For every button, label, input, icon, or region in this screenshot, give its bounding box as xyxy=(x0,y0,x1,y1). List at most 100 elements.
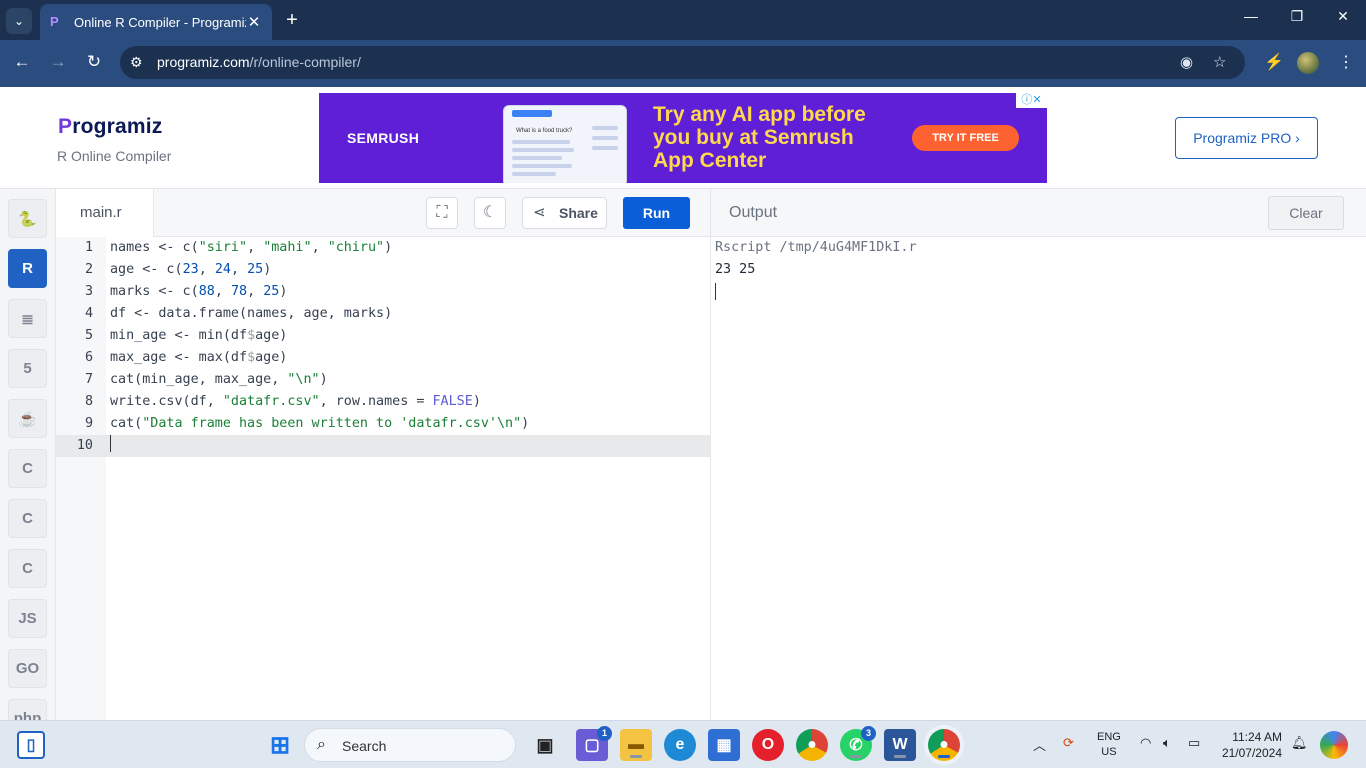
go-language-icon[interactable]: GO xyxy=(8,649,47,688)
output-header: Output Clear xyxy=(711,189,1366,237)
language-indicator[interactable]: ENG US xyxy=(1097,730,1121,760)
tab-title: Online R Compiler - Programiz xyxy=(74,14,246,30)
back-button[interactable]: ← xyxy=(10,52,34,72)
code-text: names <- c("siri", "mahi", "chiru") xyxy=(110,240,393,255)
code-line[interactable]: 3 marks <- c(88, 78, 25) xyxy=(56,281,710,303)
code-line[interactable]: 9 cat("Data frame has been written to 'da… xyxy=(56,413,710,435)
copilot-icon[interactable] xyxy=(1320,731,1348,759)
output-title: Output xyxy=(729,204,778,221)
output-result-line: 23 25 xyxy=(715,262,756,277)
javascript-language-icon[interactable]: JS xyxy=(8,599,47,638)
reload-button[interactable]: ↻ xyxy=(82,52,106,72)
code-text: age <- c(23, 24, 25) xyxy=(110,262,272,277)
clear-output-button[interactable]: Clear xyxy=(1268,196,1344,230)
site-info-icon[interactable]: ⚙ xyxy=(130,54,143,71)
ad-screenshot-text: What is a food truck? xyxy=(516,128,573,134)
csharp-language-icon[interactable]: C xyxy=(8,549,47,588)
tab-search-menu-button[interactable]: ⌄ xyxy=(6,8,32,34)
battery-icon[interactable]: ▭ xyxy=(1188,735,1200,751)
share-icon: ⋖ xyxy=(533,204,546,221)
c-language-icon[interactable]: C xyxy=(8,449,47,488)
code-text: df <- data.frame(names, age, marks) xyxy=(110,306,393,321)
ad-choices-close-icon[interactable]: ⓘ✕ xyxy=(1016,93,1047,108)
edge-browser-icon[interactable]: e xyxy=(664,729,696,761)
restore-window-button[interactable]: ❐ xyxy=(1285,8,1309,25)
code-line[interactable]: 2 age <- c(23, 24, 25) xyxy=(56,259,710,281)
chrome-profile-icon[interactable]: ● xyxy=(928,729,960,761)
url-text[interactable]: programiz.com/r/online-compiler/ xyxy=(157,54,361,70)
ad-cta-button[interactable]: TRY IT FREE xyxy=(912,125,1019,151)
r-language-icon[interactable]: R xyxy=(8,249,47,288)
dark-mode-moon-icon[interactable]: ☾ xyxy=(474,197,506,229)
php-language-icon[interactable]: php xyxy=(8,699,47,720)
code-line[interactable]: 8 write.csv(df, "datafr.csv", row.names =… xyxy=(56,391,710,413)
code-line[interactable]: 7 cat(min_age, max_age, "\n") xyxy=(56,369,710,391)
minimize-window-button[interactable]: — xyxy=(1239,8,1263,24)
windows-start-icon[interactable]: ⊞ xyxy=(264,729,296,761)
code-line[interactable]: 5 min_age <- min(df$age) xyxy=(56,325,710,347)
search-icon: ⌕ xyxy=(317,736,326,753)
code-line[interactable]: 1 names <- c("siri", "mahi", "chiru") xyxy=(56,237,710,259)
code-line[interactable]: 6 max_age <- max(df$age) xyxy=(56,347,710,369)
browser-tab-bar: ⌄ P Online R Compiler - Programiz ✕ + — … xyxy=(0,0,1366,40)
notification-bell-icon[interactable]: 🔔︎ xyxy=(1291,735,1308,751)
line-number: 9 xyxy=(84,416,93,431)
code-line[interactable]: 4 df <- data.frame(names, age, marks) xyxy=(56,303,710,325)
browser-tab-active[interactable]: P Online R Compiler - Programiz ✕ xyxy=(40,4,272,40)
close-tab-icon[interactable]: ✕ xyxy=(246,13,262,31)
java-language-icon[interactable]: ☕ xyxy=(8,399,47,438)
run-button[interactable]: Run xyxy=(623,197,690,229)
ad-headline: Try any AI app before you buy at Semrush… xyxy=(653,103,866,172)
opera-browser-icon[interactable]: O xyxy=(752,729,784,761)
close-window-button[interactable]: ✕ xyxy=(1331,8,1355,25)
file-explorer-icon[interactable]: ▬ xyxy=(620,729,652,761)
code-line[interactable]: 10 xyxy=(56,435,710,457)
programiz-pro-button[interactable]: Programiz PRO › xyxy=(1175,117,1318,159)
python-language-icon[interactable]: 🐍 xyxy=(8,199,47,238)
whatsapp-icon[interactable]: ✆ 3 xyxy=(840,726,876,761)
chrome-icon[interactable]: ● xyxy=(796,729,828,761)
page-subtitle: R Online Compiler xyxy=(57,148,172,164)
fullscreen-icon[interactable]: ⛶ xyxy=(426,197,458,229)
profile-avatar[interactable] xyxy=(1297,52,1319,74)
chat-badge: 1 xyxy=(597,726,612,741)
code-text: cat(min_age, max_age, "\n") xyxy=(110,372,328,387)
programiz-logo[interactable]: Programiz xyxy=(58,115,163,139)
task-view-icon[interactable]: ▣ xyxy=(529,729,561,761)
code-text: max_age <- max(df$age) xyxy=(110,350,288,365)
line-number: 6 xyxy=(84,350,93,365)
share-button[interactable]: ⋖ Share xyxy=(522,197,607,229)
whatsapp-badge: 3 xyxy=(861,726,876,741)
ad-product-screenshot: What is a food truck? xyxy=(503,105,627,183)
browser-menu-icon[interactable]: ⋮ xyxy=(1338,52,1354,72)
forward-button[interactable]: → xyxy=(46,52,70,72)
windows-taskbar: ▯ ⊞ ⌕ Search ▣ ▢ 1 ▬ e ▦ O ● ✆ 3 W ● ︿ ⟳ E… xyxy=(0,720,1366,768)
tracking-protection-icon[interactable]: ◉ xyxy=(1180,53,1193,71)
show-hidden-icons-chevron-icon[interactable]: ︿ xyxy=(1033,735,1046,754)
wifi-icon[interactable]: ◠ xyxy=(1140,735,1151,751)
output-cursor xyxy=(715,283,716,305)
system-clock[interactable]: 11:24 AM 21/07/2024 xyxy=(1218,729,1282,761)
advertisement-banner[interactable]: SEMRUSH What is a food truck? Try any AI… xyxy=(319,93,1047,183)
bookmark-star-icon[interactable]: ☆ xyxy=(1213,53,1226,71)
widgets-icon[interactable]: ▯ xyxy=(17,731,45,759)
html-language-icon[interactable]: 5 xyxy=(8,349,47,388)
ad-brand-logo: SEMRUSH xyxy=(347,130,420,146)
sync-status-icon[interactable]: ⟳ xyxy=(1063,735,1074,751)
teams-chat-icon[interactable]: ▢ 1 xyxy=(576,726,612,761)
line-number: 4 xyxy=(84,306,93,321)
taskbar-search-box[interactable]: ⌕ Search xyxy=(304,728,516,762)
site-header: Programiz R Online Compiler SEMRUSH What… xyxy=(0,87,1366,189)
share-label: Share xyxy=(559,205,598,221)
microsoft-store-icon[interactable]: ▦ xyxy=(708,729,740,761)
output-console[interactable]: Rscript /tmp/4uG4MF1DkI.r 23 25 xyxy=(711,237,1366,720)
file-tab-main-r[interactable]: main.r xyxy=(56,189,154,237)
sql-language-icon[interactable]: ≣ xyxy=(8,299,47,338)
new-tab-button[interactable]: + xyxy=(282,9,302,31)
word-icon[interactable]: W xyxy=(884,729,916,761)
extension-icon[interactable]: ⚡ xyxy=(1264,52,1284,72)
volume-icon[interactable]: 🔈︎ xyxy=(1163,735,1171,751)
line-number: 7 xyxy=(84,372,93,387)
cpp-language-icon[interactable]: C xyxy=(8,499,47,538)
address-bar[interactable]: ⚙ programiz.com/r/online-compiler/ ◉ ☆ xyxy=(120,46,1245,79)
